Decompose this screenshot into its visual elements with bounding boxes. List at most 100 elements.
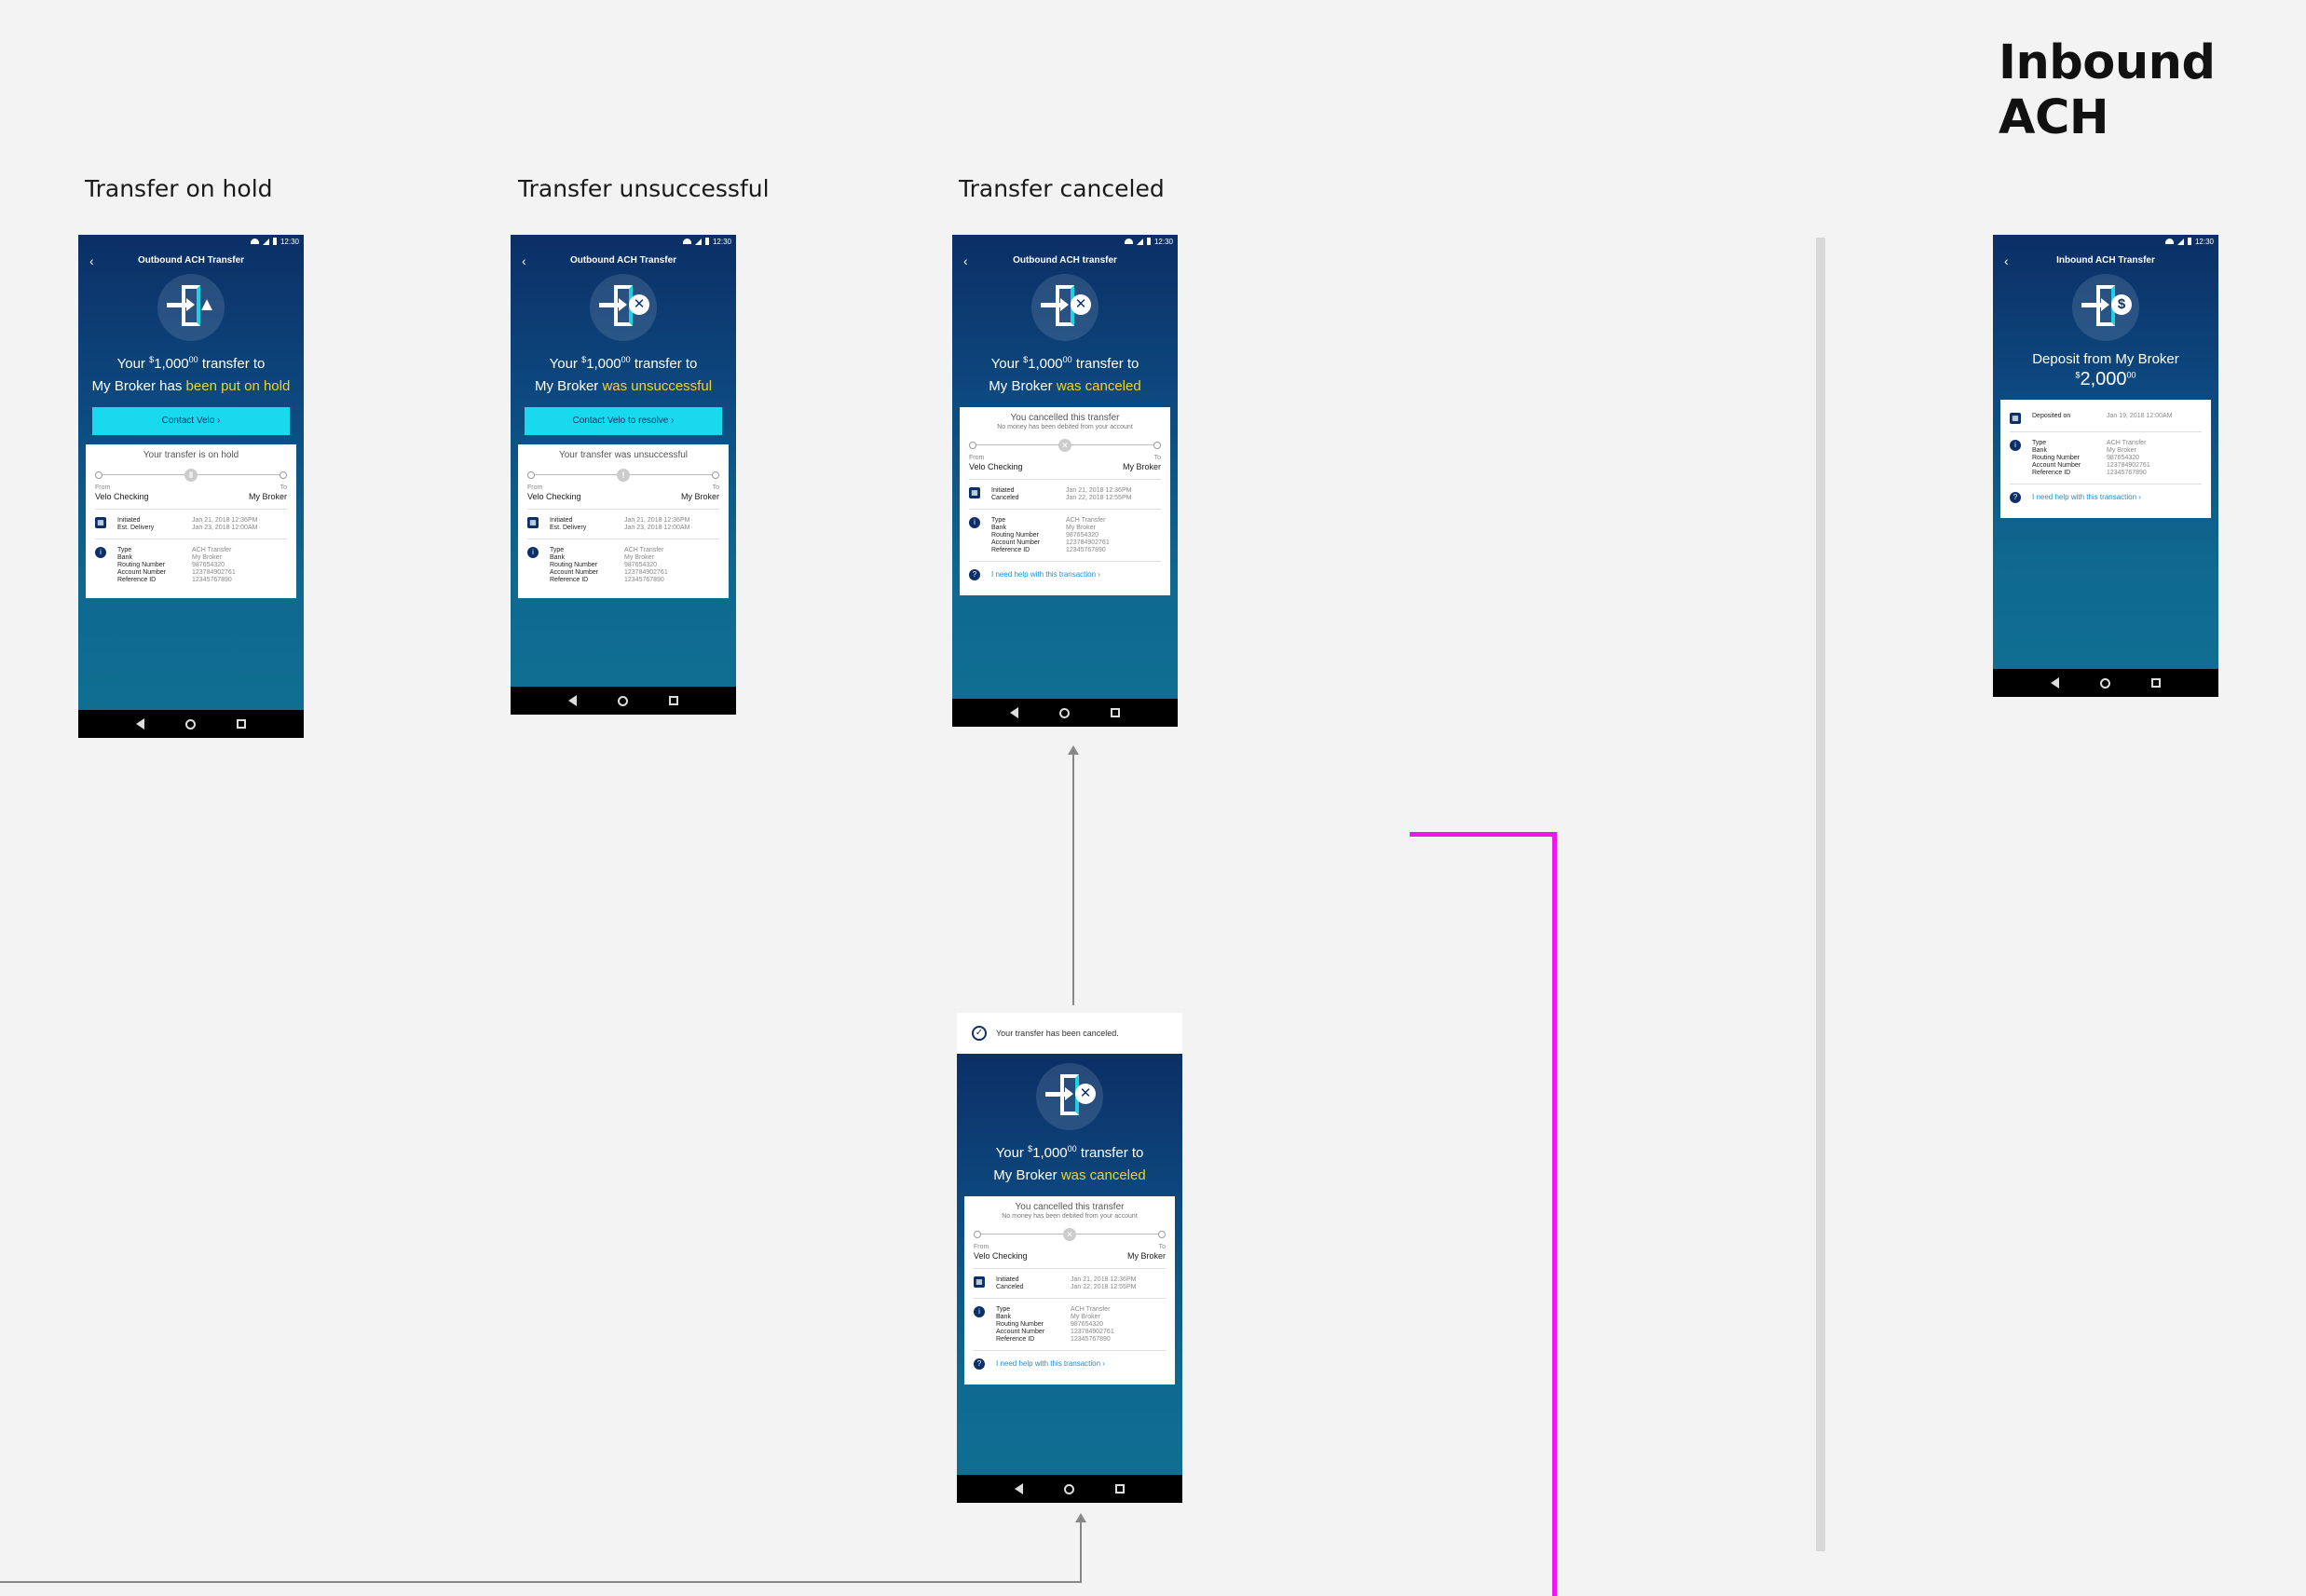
back-arrow-icon[interactable]: ‹ (89, 253, 94, 268)
amount-cents: 00 (621, 355, 631, 364)
signal-icon (262, 238, 269, 245)
card-subtitle: No money has been debited from your acco… (1002, 1213, 1138, 1220)
android-home-icon[interactable] (2100, 677, 2110, 689)
deposit-card: ▦ Deposited on Jan 19, 2018 12:00AM i Typ… (2000, 400, 2211, 518)
android-back-icon[interactable] (2051, 677, 2059, 689)
cancel-x-icon: ✕ (1071, 294, 1091, 315)
back-arrow-icon[interactable]: ‹ (963, 253, 968, 268)
headline: Deposit from My Broker (2032, 351, 2179, 367)
headline-text: My Broker (989, 378, 1057, 394)
detail-value: 12345767890 (1071, 1336, 1111, 1343)
android-nav-bar (1993, 669, 2218, 697)
status-bar: 12:30 (78, 235, 304, 248)
detail-key: Type (117, 547, 132, 553)
card-title: Your transfer was unsuccessful (558, 450, 689, 460)
transfer-card: Your transfer is on hold ‖ From To Velo C… (86, 444, 296, 598)
amount: 1,000 (1028, 356, 1063, 372)
from-account: Velo Checking (527, 492, 581, 501)
progress-track: ‖ (95, 468, 287, 483)
android-nav-bar (952, 699, 1178, 727)
date-key: Initiated (550, 517, 573, 524)
android-home-icon[interactable] (1059, 707, 1070, 718)
detail-value: My Broker (1071, 1314, 1100, 1320)
android-recents-icon[interactable] (1111, 708, 1120, 717)
detail-value: 12345767890 (1066, 547, 1106, 553)
help-link[interactable]: I need help with this transaction › (996, 1358, 1105, 1370)
contact-velo-resolve-button[interactable]: Contact Velo to resolve › (525, 407, 722, 435)
arrow-up-icon (1068, 745, 1079, 755)
detail-key: Reference ID (991, 547, 1030, 553)
nav-title: Outbound ACH transfer (1013, 254, 1117, 266)
detail-value: 12345767890 (2107, 470, 2147, 476)
back-arrow-icon[interactable]: ‹ (522, 253, 526, 268)
detail-key: Type (550, 547, 565, 553)
transfer-card: Your transfer was unsuccessful ! From To … (518, 444, 729, 598)
dollar-icon: $ (2111, 294, 2132, 315)
transfer-icon: $ (2072, 274, 2139, 341)
help-link[interactable]: I need help with this transaction › (991, 569, 1100, 580)
flow-connector (1072, 749, 1074, 1005)
android-recents-icon[interactable] (237, 719, 246, 729)
from-account: Velo Checking (95, 492, 149, 501)
detail-value: My Broker (2107, 447, 2136, 454)
headline-text: transfer to (1076, 1145, 1144, 1161)
android-back-icon[interactable] (1010, 707, 1018, 718)
contact-velo-button[interactable]: Contact Velo › (92, 407, 290, 435)
date-value: Jan 21, 2018 12:36PM (192, 517, 258, 524)
headline: Your $1,00000 transfer to My Broker has … (78, 348, 304, 398)
status-time: 12:30 (2194, 237, 2214, 246)
android-recents-icon[interactable] (2151, 678, 2161, 688)
to-label: To (712, 484, 719, 491)
phone-inbound-deposit: 12:30 ‹ Inbound ACH Transfer $ Deposit fr… (1993, 235, 2218, 697)
battery-icon (2187, 238, 2191, 245)
detail-value: My Broker (1066, 525, 1096, 531)
detail-key: Bank (2032, 447, 2047, 454)
alert-icon: ! (617, 469, 630, 482)
detail-key: Type (2032, 440, 2047, 446)
detail-value: 123784902761 (624, 569, 668, 576)
detail-value: ACH Transfer (2107, 440, 2147, 446)
help-link[interactable]: I need help with this transaction › (2032, 492, 2141, 503)
android-back-icon[interactable] (1015, 1483, 1023, 1494)
android-back-icon[interactable] (568, 695, 577, 706)
detail-key: Account Number (991, 539, 1041, 546)
amount: 1,000 (154, 356, 189, 372)
phone-transfer-on-hold: 12:30 ‹ Outbound ACH Transfer ▲ Your $1,0… (78, 235, 304, 738)
detail-key: Bank (550, 554, 565, 561)
info-icon: i (95, 547, 106, 558)
date-value: Jan 21, 2018 12:36PM (624, 517, 690, 524)
detail-key: Reference ID (2032, 470, 2071, 476)
help-chat-icon: ? (969, 569, 980, 580)
amount: 2,000 (2080, 369, 2127, 389)
headline-text: My Broker (993, 1167, 1061, 1183)
android-home-icon[interactable] (618, 695, 628, 706)
android-recents-icon[interactable] (669, 696, 678, 705)
info-icon: i (2010, 440, 2021, 451)
android-recents-icon[interactable] (1115, 1484, 1125, 1494)
cancel-icon: ✕ (1058, 439, 1071, 452)
headline: Your $1,00000 transfer to My Broker was … (952, 348, 1178, 398)
progress-track: ✕ (969, 438, 1161, 453)
arrow-up-icon (1075, 1513, 1086, 1522)
transfer-card: You cancelled this transfer No money has… (964, 1196, 1175, 1385)
status-highlight: was canceled (1060, 1167, 1146, 1183)
pause-icon: ‖ (184, 469, 198, 482)
nav-title: Outbound ACH Transfer (569, 254, 677, 266)
detail-key: Routing Number (550, 562, 597, 568)
back-arrow-icon[interactable]: ‹ (2004, 253, 2009, 268)
from-label: From (974, 1244, 989, 1250)
detail-key: Account Number (996, 1329, 1045, 1335)
card-subtitle: No money has been debited from your acco… (997, 424, 1133, 430)
date-value: Jan 22, 2018 12:55PM (1066, 495, 1132, 501)
calendar-icon: ▦ (974, 1276, 985, 1288)
from-account: Velo Checking (974, 1251, 1028, 1261)
battery-icon (704, 238, 709, 245)
calendar-icon: ▦ (2010, 413, 2021, 424)
signal-icon (2176, 238, 2184, 245)
date-key: Initiated (991, 487, 1015, 494)
android-home-icon[interactable] (1064, 1483, 1074, 1494)
android-home-icon[interactable] (185, 718, 196, 730)
detail-key: Reference ID (550, 577, 589, 583)
info-icon: i (974, 1306, 985, 1317)
android-back-icon[interactable] (136, 718, 144, 730)
